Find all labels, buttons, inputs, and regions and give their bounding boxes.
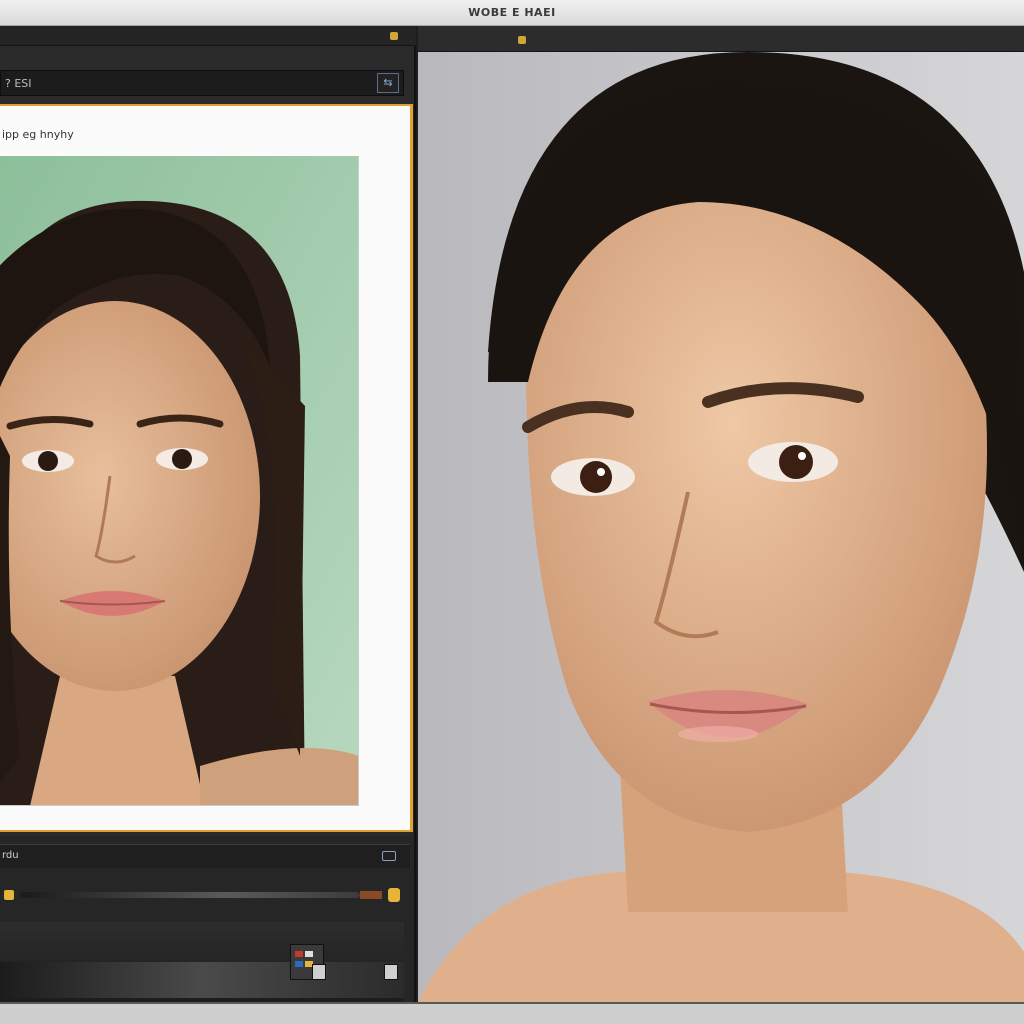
slider-track[interactable] (20, 892, 360, 898)
right-panel (418, 26, 1024, 1002)
slider-end-handle[interactable] (388, 888, 400, 902)
go-button[interactable]: ⇆ (377, 73, 399, 93)
filmstrip-button[interactable] (312, 964, 326, 980)
portrait-image-right (418, 52, 1024, 1002)
left-panel-toolbar (0, 26, 416, 46)
slider-fill (360, 891, 382, 899)
right-panel-toolbar (418, 26, 1024, 52)
yellow-indicator-icon (518, 36, 526, 44)
adjustment-slider[interactable] (0, 888, 404, 902)
monitor-icon[interactable] (382, 851, 396, 861)
bottom-status-bar (0, 1002, 1024, 1024)
left-panel: ? ESI ⇆ ipp eg hnyhy rdu (0, 26, 416, 1010)
preview-label: ipp eg hnyhy (2, 128, 74, 141)
window-title: WOBE E HAEI (468, 6, 556, 19)
yellow-indicator-icon (390, 32, 398, 40)
portrait-right-svg (418, 52, 1024, 1002)
window-titlebar: WOBE E HAEI (0, 0, 1024, 26)
tool-row[interactable]: rdu (0, 844, 410, 868)
tool-row-label: rdu (2, 850, 19, 861)
portrait-left-svg (0, 156, 358, 805)
filmstrip-button[interactable] (384, 964, 398, 980)
path-bar[interactable]: ? ESI ⇆ (0, 70, 404, 96)
image-preview-frame[interactable]: ipp eg hnyhy (0, 104, 413, 832)
portrait-image-left (0, 156, 359, 806)
filmstrip-bar[interactable] (0, 962, 404, 998)
path-text: ? ESI (5, 77, 32, 90)
slider-start-handle[interactable] (4, 890, 14, 900)
filmstrip[interactable] (0, 922, 404, 1010)
